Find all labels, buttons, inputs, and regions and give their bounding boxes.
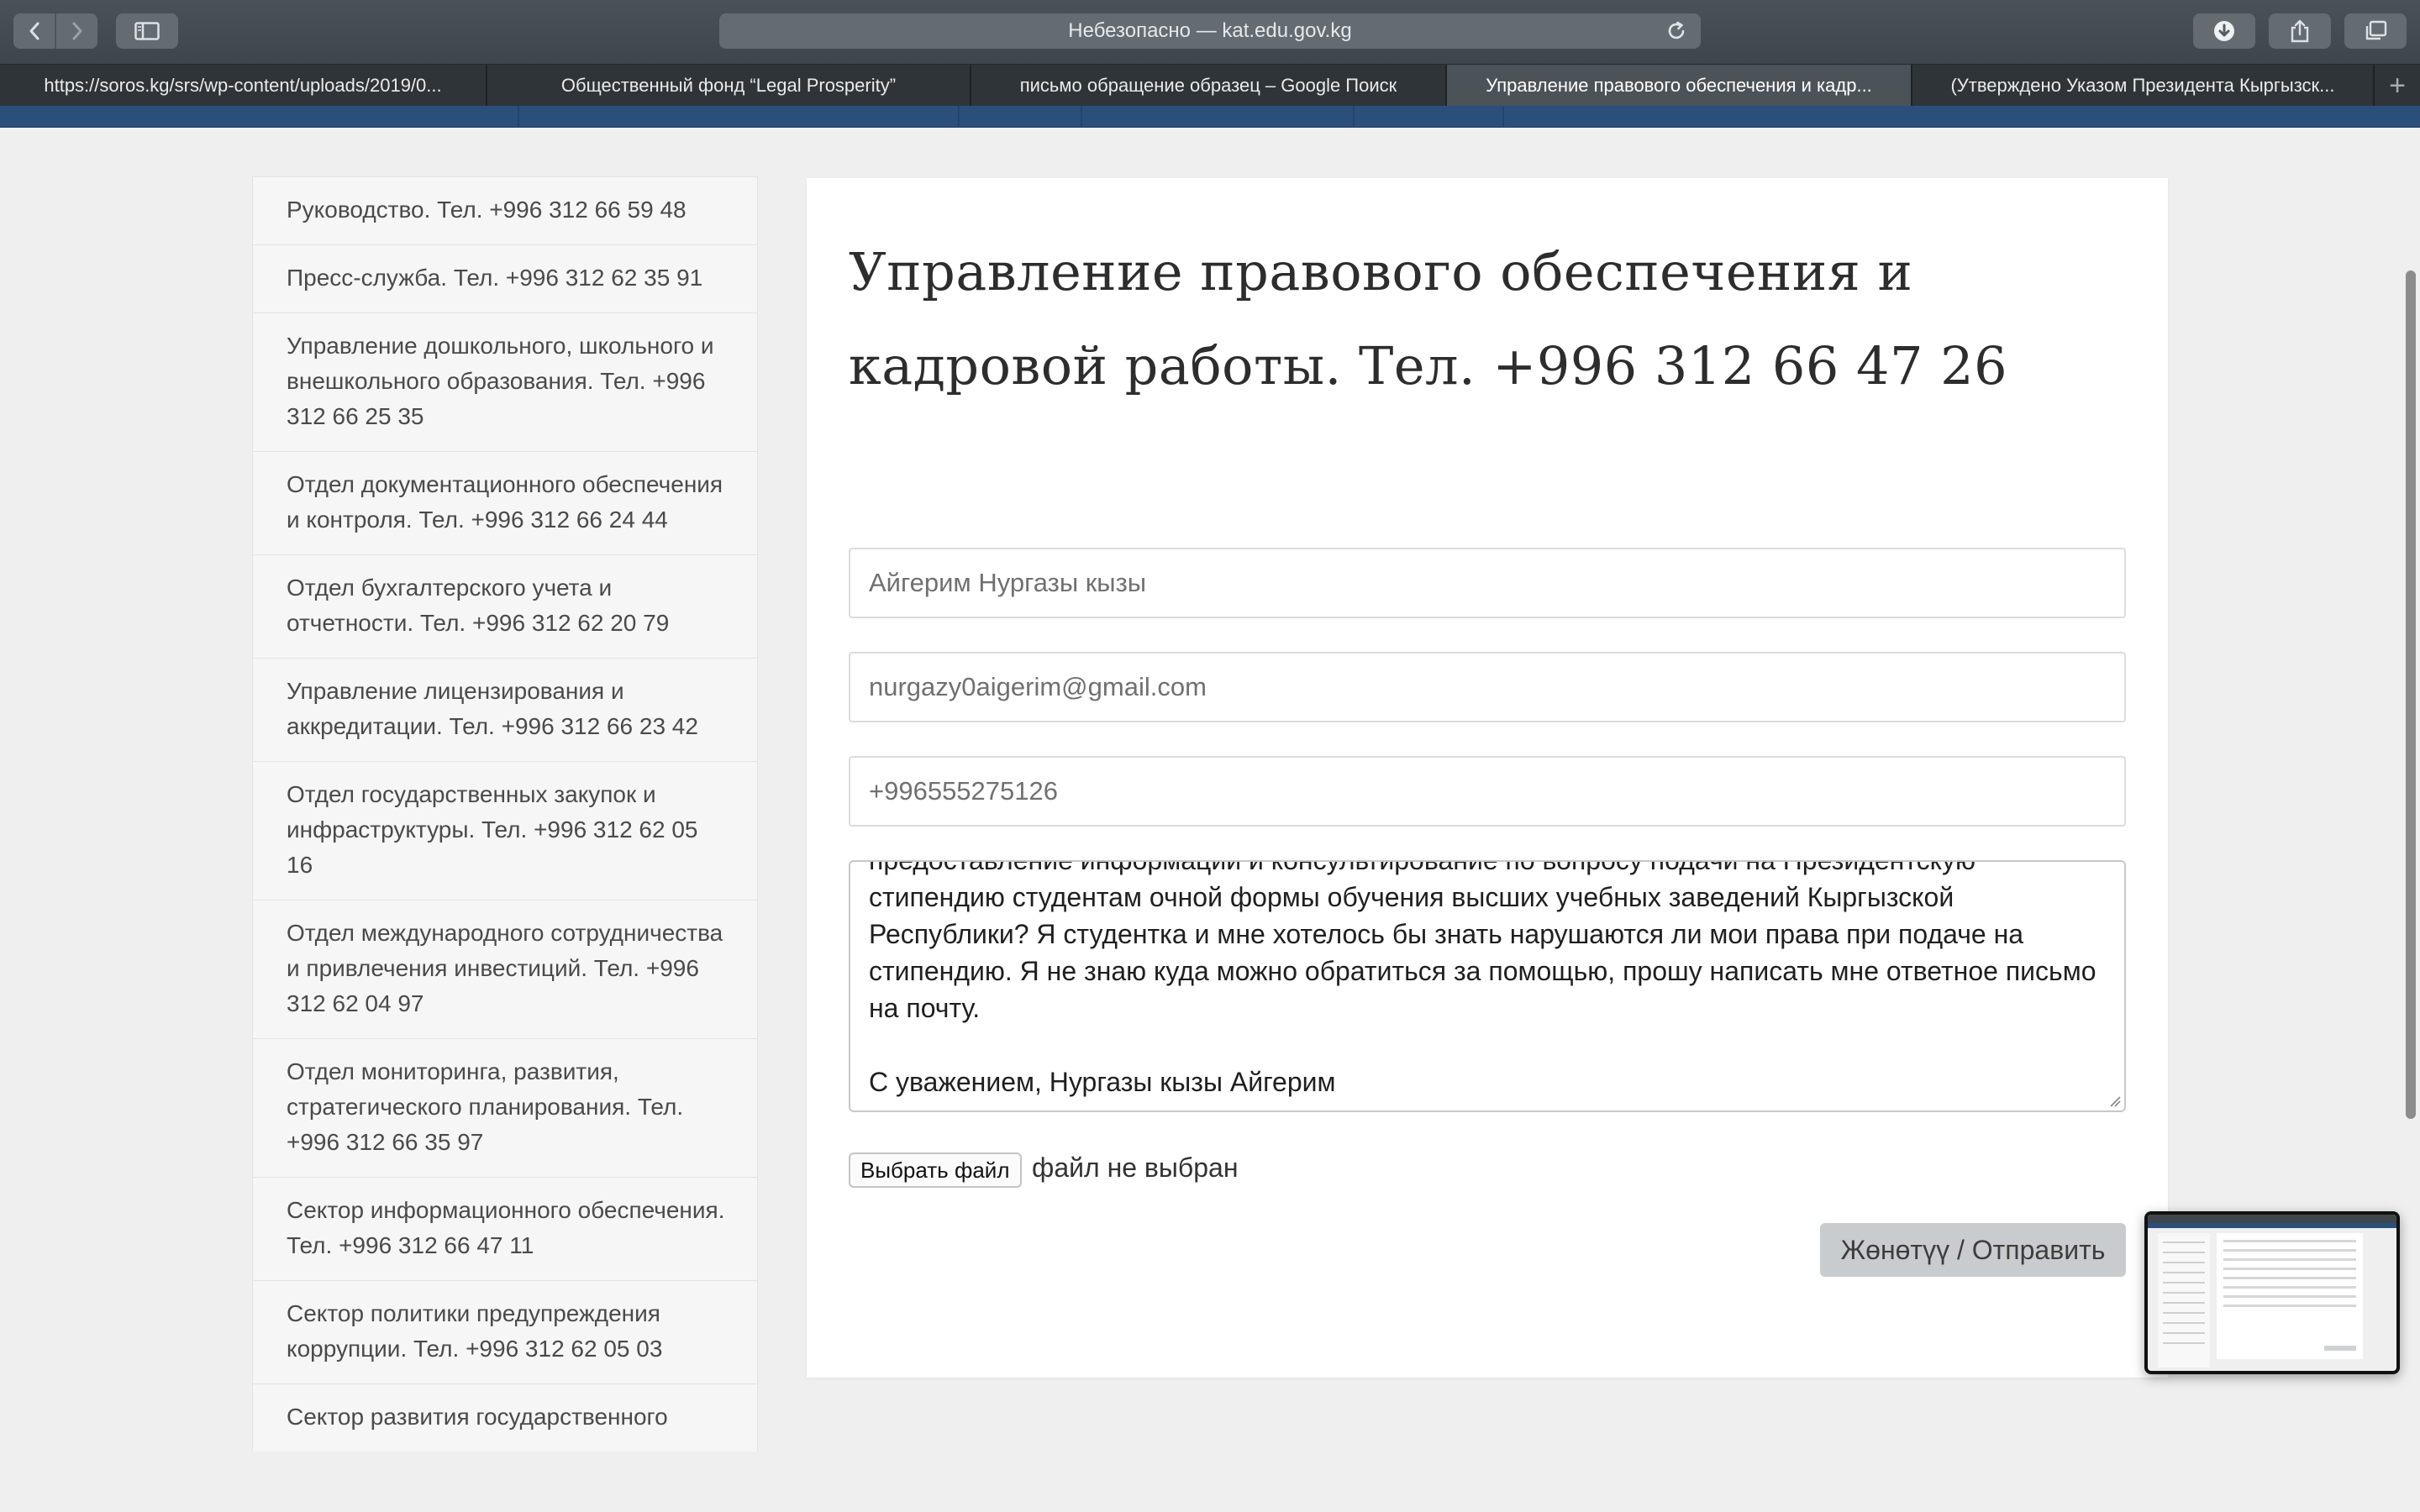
tab-decree[interactable]: (Утверждено Указом Президента Кыргызск..… [1912, 65, 2375, 107]
sidebar-button[interactable] [116, 13, 178, 49]
nav-divider [518, 106, 519, 128]
tab-label: https://soros.kg/srs/wp-content/uploads/… [44, 75, 442, 96]
name-field[interactable]: Айгерим Нургазы кызы [849, 548, 2126, 618]
browser-toolbar: Небезопасно — kat.edu.gov.kg [0, 0, 2420, 64]
address-text: Небезопасно — kat.edu.gov.kg [1068, 19, 1352, 42]
tab-label: письмо обращение образец – Google Поиск [1019, 75, 1397, 96]
sidebar-item-international[interactable]: Отдел международного сотрудничества и пр… [252, 900, 758, 1038]
message-field[interactable]: предоставление информации и консультиров… [849, 860, 2126, 1112]
page-title: Управление правового обеспечения и кадро… [849, 241, 2008, 396]
forward-button[interactable] [55, 13, 97, 49]
nav-divider [1081, 106, 1082, 128]
site-nav-strip [0, 106, 2420, 128]
contact-form-card: Управление правового обеспечения и кадро… [807, 178, 2168, 1378]
tab-soros[interactable]: https://soros.kg/srs/wp-content/uploads/… [0, 65, 487, 107]
resize-grip-icon[interactable] [2107, 1094, 2121, 1107]
tab-google-search[interactable]: письмо обращение образец – Google Поиск [971, 65, 1447, 107]
new-tab-button[interactable]: + [2375, 65, 2420, 107]
tabs-overview-button[interactable] [2344, 13, 2407, 49]
thumbnail-card [2217, 1233, 2363, 1359]
chevron-right-icon [72, 22, 82, 40]
share-icon [2291, 19, 2309, 43]
tab-label: (Утверждено Указом Президента Кыргызск..… [1950, 75, 2335, 96]
phone-value: +996555275126 [869, 776, 1058, 806]
reload-icon [1668, 21, 1685, 39]
thumbnail-sidebar [2158, 1233, 2210, 1368]
tab-legal-prosperity[interactable]: Общественный фонд “Legal Prosperity” [487, 65, 971, 107]
screenshot-thumbnail[interactable] [2144, 1211, 2400, 1374]
scrollbar-thumb[interactable] [2406, 270, 2416, 1119]
message-text: предоставление информации и консультиров… [869, 860, 2096, 1097]
chevron-left-icon [29, 22, 39, 40]
sidebar-item-accounting[interactable]: Отдел бухгалтерского учета и отчетности.… [252, 554, 758, 658]
nav-buttons [13, 13, 97, 49]
sidebar-item-monitoring[interactable]: Отдел мониторинга, развития, стратегичес… [252, 1038, 758, 1177]
tabs-overview-icon [2365, 20, 2387, 40]
tab-kat-edu[interactable]: Управление правового обеспечения и кадр.… [1447, 65, 1912, 107]
address-bar[interactable]: Небезопасно — kat.edu.gov.kg [719, 13, 1701, 49]
email-field[interactable]: nurgazy0aigerim@gmail.com [849, 652, 2126, 722]
thumbnail-strip [2148, 1223, 2396, 1228]
tab-label: Общественный фонд “Legal Prosperity” [560, 75, 897, 96]
email-value: nurgazy0aigerim@gmail.com [869, 672, 1207, 701]
download-icon [2214, 21, 2234, 41]
submit-button[interactable]: Жөнөтүү / Отправить [1820, 1223, 2126, 1277]
sidebar-item-state-development[interactable]: Сектор развития государственного [252, 1383, 758, 1452]
choose-file-button[interactable]: Выбрать файл [849, 1152, 1022, 1188]
sidebar-item-anticorruption[interactable]: Сектор политики предупреждения коррупции… [252, 1280, 758, 1383]
name-value: Айгерим Нургазы кызы [869, 568, 1147, 597]
sidebar-item-press[interactable]: Пресс-служба. Тел. +996 312 62 35 91 [252, 244, 758, 312]
sidebar-item-procurement[interactable]: Отдел государственных закупок и инфрастр… [252, 761, 758, 900]
sidebar-item-licensing[interactable]: Управление лицензирования и аккредитации… [252, 658, 758, 761]
nav-divider [958, 106, 960, 128]
sidebar-item-documentation[interactable]: Отдел документационного обеспечения и ко… [252, 451, 758, 554]
thumbnail-toolbar [2148, 1215, 2396, 1223]
sidebar-icon [134, 22, 160, 40]
sidebar-item-preschool[interactable]: Управление дошкольного, школьного и внеш… [252, 312, 758, 451]
sidebar-item-info[interactable]: Сектор информационного обеспечения. Тел.… [252, 1177, 758, 1280]
tab-label: Управление правового обеспечения и кадр.… [1486, 75, 1872, 96]
nav-divider [1502, 106, 1504, 128]
plus-icon: + [2389, 69, 2406, 102]
sidebar-item-leadership[interactable]: Руководство. Тел. +996 312 66 59 48 [252, 176, 758, 244]
reload-button[interactable] [1664, 18, 1689, 44]
thumbnail-preview [2148, 1215, 2396, 1371]
phone-field[interactable]: +996555275126 [849, 756, 2126, 827]
file-status: файл не выбран [1032, 1152, 1239, 1183]
tab-bar: https://soros.kg/srs/wp-content/uploads/… [0, 64, 2420, 107]
back-button[interactable] [13, 13, 55, 49]
share-button[interactable] [2269, 13, 2331, 49]
download-button[interactable] [2193, 13, 2255, 49]
nav-divider [1353, 106, 1355, 128]
department-sidebar: Руководство. Тел. +996 312 66 59 48 Прес… [252, 176, 758, 1512]
